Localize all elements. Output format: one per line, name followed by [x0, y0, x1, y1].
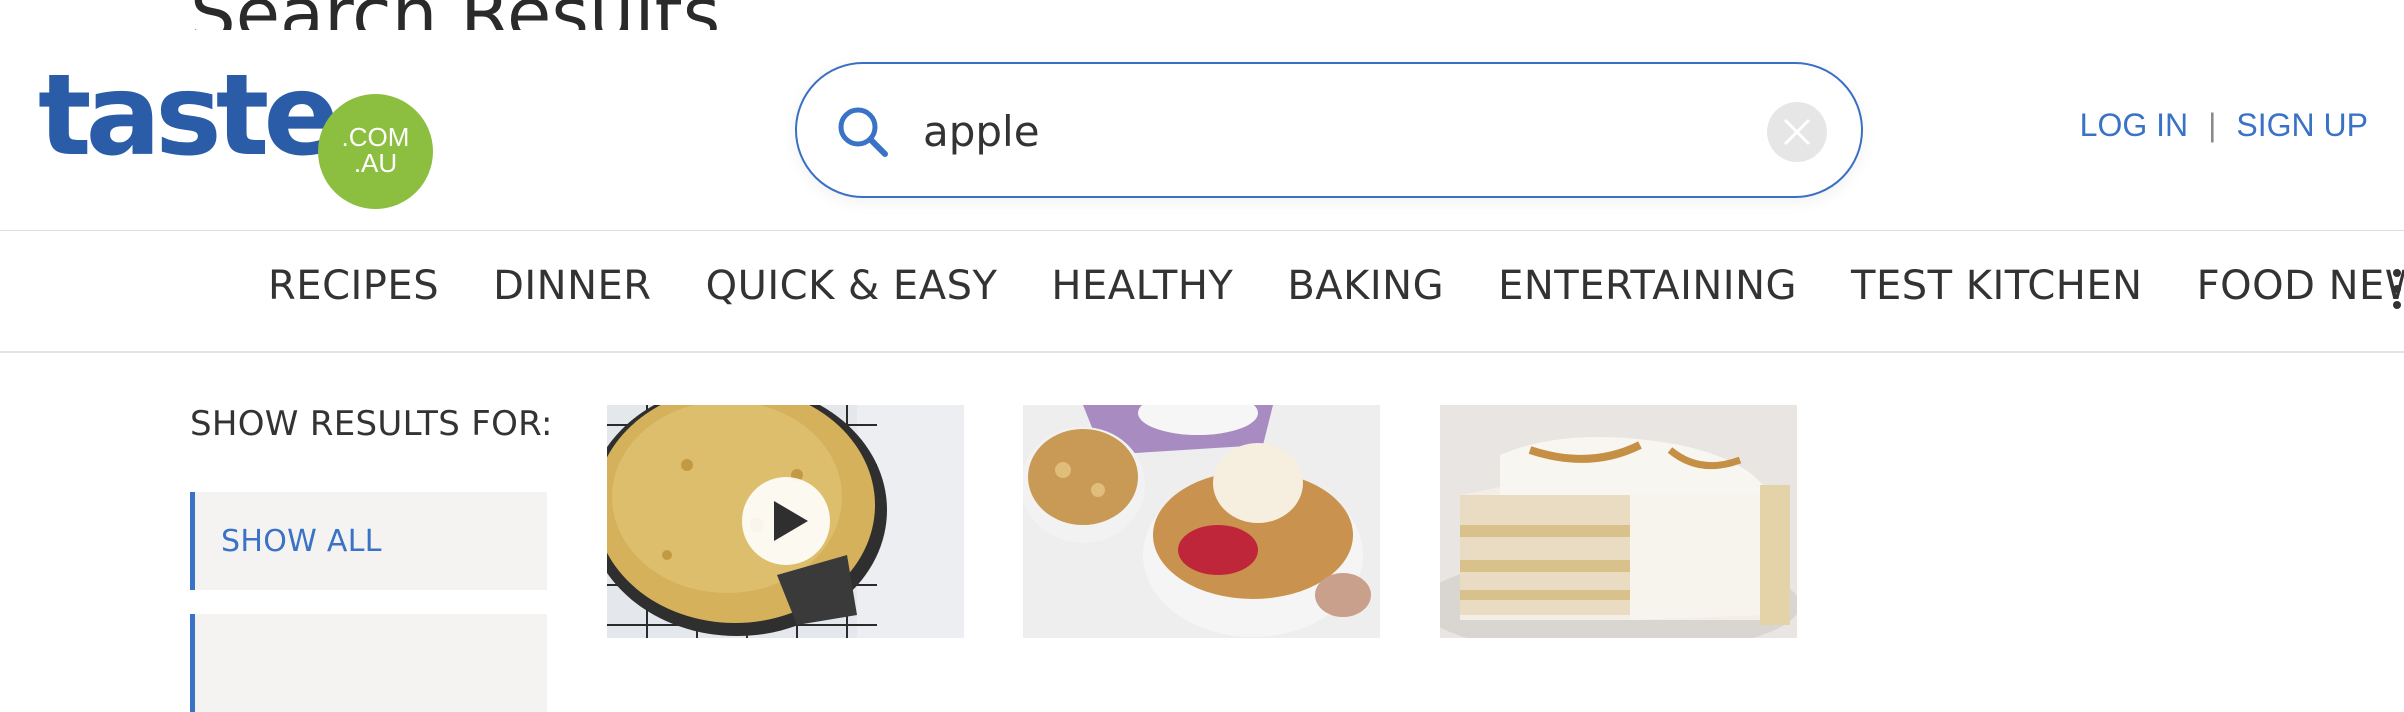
logo-badge-top: .COM	[341, 122, 410, 152]
close-icon	[1783, 118, 1811, 146]
site-logo[interactable]: taste .COM .AU	[38, 60, 433, 209]
search-icon[interactable]	[835, 104, 891, 160]
nav-item-food-news[interactable]: FOOD NEWS	[2197, 263, 2404, 309]
search-input[interactable]	[921, 94, 1685, 168]
filter-show-all[interactable]: SHOW ALL	[190, 492, 547, 590]
play-video-button[interactable]	[742, 477, 830, 565]
filter-label: SHOW ALL	[221, 524, 382, 559]
site-header: taste .COM .AU LOG IN | SIGN UP	[0, 30, 2404, 231]
main-nav: RECIPES DINNER QUICK & EASY HEALTHY BAKI…	[0, 233, 2404, 353]
nav-item-entertaining[interactable]: ENTERTAINING	[1498, 263, 1797, 309]
logo-wordmark: taste	[38, 51, 339, 181]
result-card[interactable]	[1023, 405, 1380, 638]
apple-cake-image	[1440, 405, 1797, 638]
filter-heading: SHOW RESULTS FOR:	[190, 404, 553, 444]
clear-search-button[interactable]	[1767, 102, 1827, 162]
signup-link[interactable]: SIGN UP	[2236, 107, 2368, 143]
nav-item-quick-easy[interactable]: QUICK & EASY	[706, 263, 998, 309]
nav-item-recipes[interactable]: RECIPES	[268, 263, 439, 309]
search-bar	[795, 62, 1863, 198]
apple-crumble-image	[1023, 405, 1380, 638]
auth-separator: |	[2208, 107, 2217, 143]
nav-item-dinner[interactable]: DINNER	[493, 263, 652, 309]
filter-item[interactable]	[190, 614, 547, 712]
logo-badge-bottom: .AU	[353, 148, 398, 178]
logo-badge: .COM .AU	[318, 94, 433, 209]
more-menu-icon[interactable]	[2393, 269, 2401, 317]
play-icon	[774, 501, 808, 541]
result-card[interactable]	[1440, 405, 1797, 638]
nav-item-baking[interactable]: BAKING	[1287, 263, 1444, 309]
auth-links: LOG IN | SIGN UP	[2080, 107, 2368, 144]
result-card[interactable]	[607, 405, 964, 638]
nav-item-healthy[interactable]: HEALTHY	[1051, 263, 1233, 309]
login-link[interactable]: LOG IN	[2080, 107, 2188, 143]
nav-item-test-kitchen[interactable]: TEST KITCHEN	[1851, 263, 2143, 309]
